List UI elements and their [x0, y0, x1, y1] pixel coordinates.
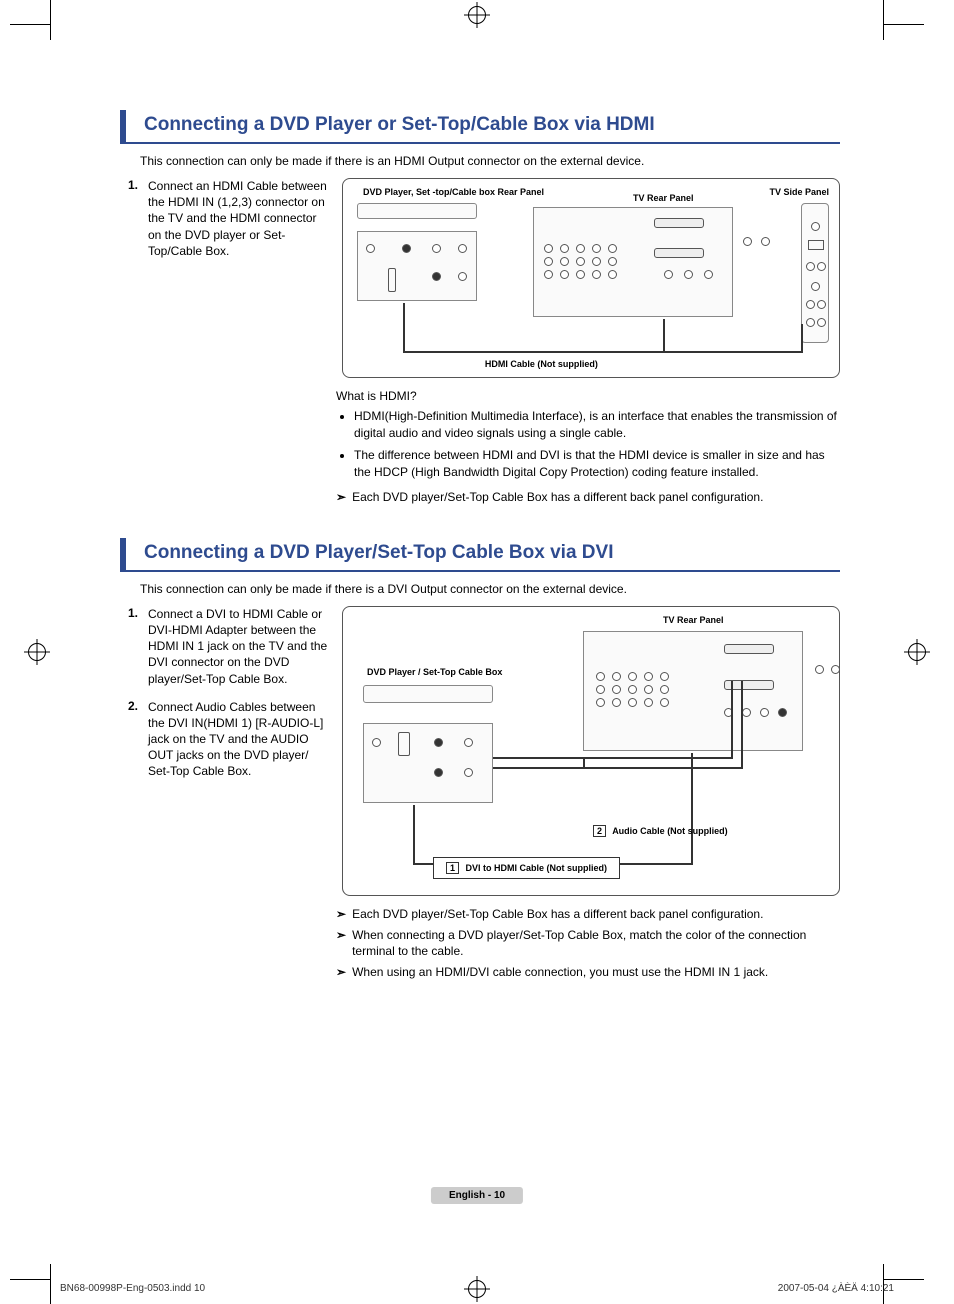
- tv-side-panel-icon: [801, 203, 829, 343]
- crop-mark: [50, 0, 51, 40]
- note-arrow-line: ➣ Each DVD player/Set-Top Cable Box has …: [336, 489, 840, 506]
- section-intro: This connection can only be made if ther…: [140, 154, 840, 168]
- registration-mark-icon: [468, 6, 486, 24]
- step-number: 1.: [128, 606, 148, 687]
- connection-diagram-hdmi: DVD Player, Set -top/Cable box Rear Pane…: [342, 178, 840, 378]
- note-bullet: HDMI(High-Definition Multimedia Interfac…: [354, 408, 840, 442]
- heading-text: Connecting a DVD Player/Set-Top Cable Bo…: [144, 538, 613, 570]
- registration-mark-icon: [28, 643, 46, 661]
- cable-icon: [403, 303, 405, 353]
- audio-cable-icon: [583, 767, 743, 769]
- note-arrow-text: When connecting a DVD player/Set-Top Cab…: [352, 927, 840, 961]
- crop-mark: [884, 24, 924, 25]
- step-text: Connect an HDMI Cable between the HDMI I…: [148, 178, 328, 259]
- jack-icon: [761, 237, 770, 246]
- dvd-rear-panel-icon: [363, 723, 493, 803]
- note-arrow-line: ➣ Each DVD player/Set-Top Cable Box has …: [336, 906, 840, 923]
- dvi-cable-label: DVI to HDMI Cable (Not supplied): [466, 863, 608, 873]
- arrow-icon: ➣: [336, 964, 346, 981]
- arrow-icon: ➣: [336, 489, 346, 506]
- section1-notes: What is HDMI? HDMI(High-Definition Multi…: [336, 388, 840, 506]
- crop-mark: [10, 24, 50, 25]
- dvd-panel-label: DVD Player, Set -top/Cable box Rear Pane…: [363, 187, 544, 197]
- cable-tag: 2: [593, 825, 606, 837]
- dvd-panel-label: DVD Player / Set-Top Cable Box: [367, 667, 502, 677]
- registration-mark-icon: [908, 643, 926, 661]
- step-number: 1.: [128, 178, 148, 259]
- note-arrow-text: When using an HDMI/DVI cable connection,…: [352, 964, 768, 981]
- audio-cable-label: Audio Cable (Not supplied): [612, 826, 728, 836]
- step-number: 2.: [128, 699, 148, 780]
- cable-icon: [403, 351, 663, 353]
- audio-cable-icon: [741, 681, 743, 769]
- step-item: 1. Connect an HDMI Cable between the HDM…: [128, 178, 328, 259]
- steps-column: 1. Connect an HDMI Cable between the HDM…: [128, 178, 328, 378]
- audio-cable-icon: [583, 757, 733, 759]
- heading-text: Connecting a DVD Player or Set-Top/Cable…: [144, 110, 655, 142]
- note-bullet: The difference between HDMI and DVI is t…: [354, 447, 840, 481]
- print-timestamp: 2007-05-04 ¿ÀÈÄ 4:10:21: [778, 1283, 894, 1294]
- arrow-icon: ➣: [336, 927, 346, 961]
- note-arrow-text: Each DVD player/Set-Top Cable Box has a …: [352, 906, 763, 923]
- section-heading-dvi: Connecting a DVD Player/Set-Top Cable Bo…: [120, 538, 840, 572]
- step-text: Connect Audio Cables between the DVI IN(…: [148, 699, 328, 780]
- cable-icon: [801, 324, 803, 353]
- audio-cable-icon: [731, 681, 733, 759]
- section-heading-hdmi: Connecting a DVD Player or Set-Top/Cable…: [120, 110, 840, 144]
- crop-mark: [883, 0, 884, 40]
- audio-cable-label-row: 2 Audio Cable (Not supplied): [593, 825, 728, 837]
- tv-rear-panel-label: TV Rear Panel: [633, 193, 694, 203]
- print-job-footer: BN68-00998P-Eng-0503.indd 10 2007-05-04 …: [60, 1283, 894, 1294]
- arrow-icon: ➣: [336, 906, 346, 923]
- dvd-rear-panel-icon: [357, 231, 477, 301]
- crop-mark: [10, 1279, 50, 1280]
- note-arrow-text: Each DVD player/Set-Top Cable Box has a …: [352, 489, 763, 506]
- step-item: 1. Connect a DVI to HDMI Cable or DVI-HD…: [128, 606, 328, 687]
- section2-notes: ➣ Each DVD player/Set-Top Cable Box has …: [336, 906, 840, 981]
- print-file-name: BN68-00998P-Eng-0503.indd 10: [60, 1283, 205, 1294]
- section1-body: 1. Connect an HDMI Cable between the HDM…: [128, 178, 840, 378]
- page-number-badge: English - 10: [431, 1187, 523, 1204]
- cable-icon: [663, 319, 665, 353]
- tv-rear-panel-label: TV Rear Panel: [663, 615, 724, 625]
- audio-cable-icon: [493, 757, 583, 759]
- tv-rear-panel-icon: [583, 631, 803, 751]
- section-intro: This connection can only be made if ther…: [140, 582, 840, 596]
- note-arrow-line: ➣ When connecting a DVD player/Set-Top C…: [336, 927, 840, 961]
- steps-column: 1. Connect a DVI to HDMI Cable or DVI-HD…: [128, 606, 328, 896]
- crop-mark: [50, 1264, 51, 1304]
- dvi-cable-label-row: 1 DVI to HDMI Cable (Not supplied): [433, 857, 620, 879]
- step-item: 2. Connect Audio Cables between the DVI …: [128, 699, 328, 780]
- jack-icon: [815, 665, 824, 674]
- dvi-cable-icon: [691, 753, 693, 865]
- tv-side-panel-label: TV Side Panel: [769, 187, 829, 197]
- jack-icon: [743, 237, 752, 246]
- what-is-hdmi-heading: What is HDMI?: [336, 388, 840, 405]
- dvd-panel-icon: [357, 203, 477, 219]
- section2-body: 1. Connect a DVI to HDMI Cable or DVI-HD…: [128, 606, 840, 896]
- jack-icon: [831, 665, 840, 674]
- tv-rear-panel-icon: [533, 207, 733, 317]
- heading-accent-bar: [120, 538, 126, 570]
- dvd-panel-icon: [363, 685, 493, 703]
- page-content: Connecting a DVD Player or Set-Top/Cable…: [120, 110, 840, 985]
- connection-diagram-dvi: TV Rear Panel DVD Player / Set-Top Cable…: [342, 606, 840, 896]
- hdmi-cable-label: HDMI Cable (Not supplied): [485, 359, 598, 369]
- crop-mark: [884, 1279, 924, 1280]
- audio-cable-icon: [493, 767, 583, 769]
- cable-icon: [663, 351, 803, 353]
- step-text: Connect a DVI to HDMI Cable or DVI-HDMI …: [148, 606, 328, 687]
- cable-tag: 1: [446, 862, 459, 874]
- dvi-cable-icon: [413, 805, 415, 865]
- note-arrow-line: ➣ When using an HDMI/DVI cable connectio…: [336, 964, 840, 981]
- heading-accent-bar: [120, 110, 126, 142]
